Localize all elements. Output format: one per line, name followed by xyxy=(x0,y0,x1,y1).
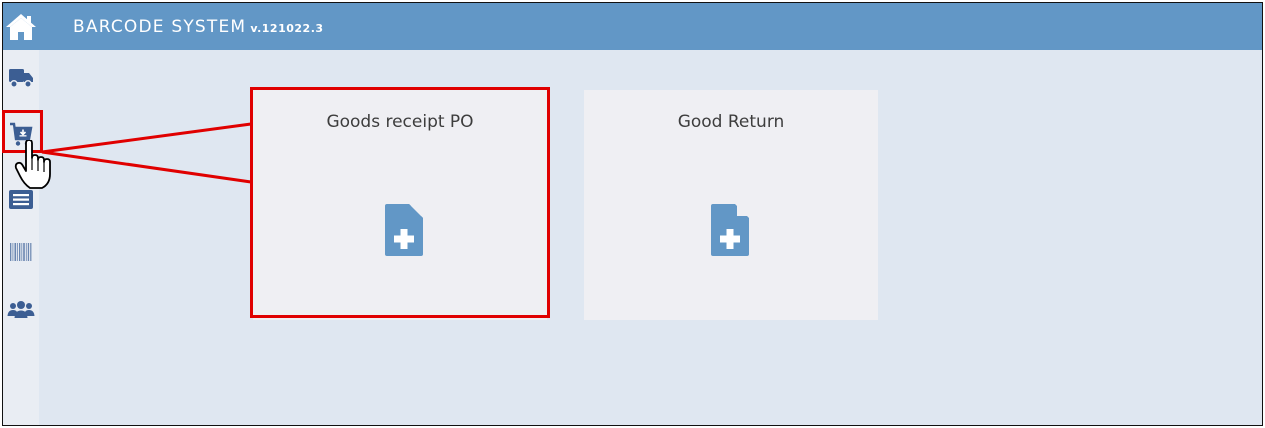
file-add-icon xyxy=(711,204,749,256)
top-bar: BARCODE SYSTEM v.121022.3 xyxy=(3,3,1262,50)
annotation-highlight-card xyxy=(250,87,550,318)
sidebar-item-barcode[interactable] xyxy=(3,234,39,270)
app-window: BARCODE SYSTEM v.121022.3 Goods receipt … xyxy=(2,2,1263,426)
users-icon xyxy=(7,301,35,318)
truck-icon xyxy=(9,69,33,88)
app-version: v.121022.3 xyxy=(250,22,324,35)
app-title-text: BARCODE SYSTEM xyxy=(73,17,247,37)
card-good-return[interactable]: Good Return xyxy=(584,90,878,320)
pointer-hand-icon xyxy=(14,140,51,189)
barcode-icon xyxy=(10,243,32,261)
sidebar xyxy=(3,50,39,425)
home-button[interactable] xyxy=(3,3,39,50)
app-title: BARCODE SYSTEM v.121022.3 xyxy=(73,17,324,37)
home-icon xyxy=(6,13,36,40)
card-label: Good Return xyxy=(677,112,785,132)
sidebar-item-delivery[interactable] xyxy=(3,60,39,96)
sidebar-item-users[interactable] xyxy=(3,292,39,328)
